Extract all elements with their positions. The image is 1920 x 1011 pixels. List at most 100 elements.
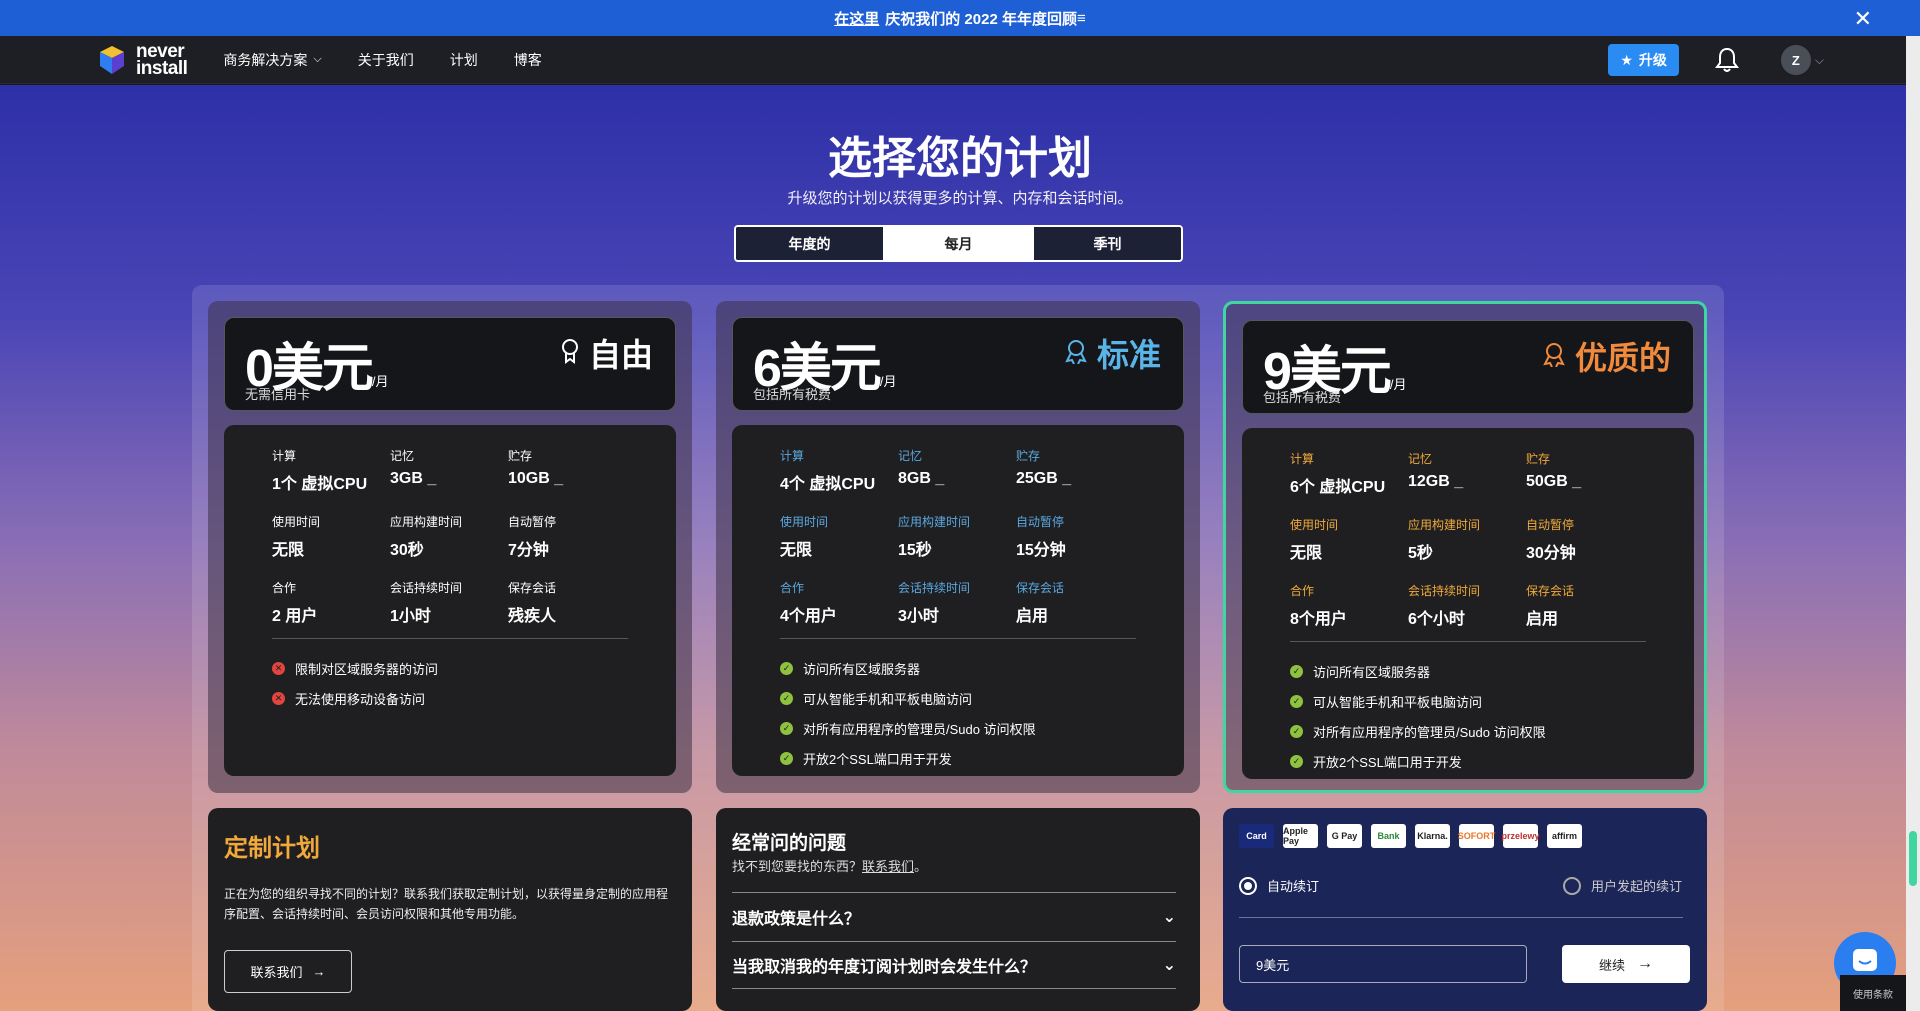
custom-plan-title: 定制计划 [224,835,320,862]
spec-value: 8个用户 [1290,611,1347,628]
spec-label: 计算 [780,449,805,463]
faq-sub-text: 找不到您要找的东西？ [732,859,863,874]
tab-quarterly[interactable]: 季刊 [1032,227,1181,260]
feature-item: ✓ 开放2个SSL端口用于开发 [1290,752,1462,771]
faq-contact-link[interactable]: 联系我们 [862,859,914,874]
spec-label: 使用时间 [780,515,829,529]
price-note: 无需信用卡 [245,387,311,402]
spec-item: 合作 2 用户 [272,579,382,626]
faq-question-text: 退款政策是什么？ [732,910,861,928]
contact-us-button[interactable]: 联系我们 → [224,950,352,993]
faq-question-text: 当我取消我的年度订阅计划时会发生什么？ [732,959,1037,976]
nav-business-solutions[interactable]: 商务解决方案 ⌵ [223,50,321,70]
spec-value: 无限 [1290,545,1323,562]
spec-value: 3GB _ [390,470,437,487]
feature-text: 对所有应用程序的管理员/Sudo 访问权限 [803,722,1036,737]
spec-label: 贮存 [508,449,533,463]
spec-label: 合作 [1290,584,1315,598]
spec-value: 1小时 [390,608,431,625]
spec-label: 应用构建时间 [898,515,971,529]
chevron-down-icon: ⌵ [313,53,322,65]
spec-item: 会话持续时间 3小时 [898,579,1008,626]
upgrade-button[interactable]: ★ 升级 [1608,44,1679,76]
cross-icon: ✕ [272,692,285,705]
tier-label: 标准 [1096,337,1161,373]
amount-field[interactable]: 9美元 [1239,945,1527,983]
spec-item: 合作 8个用户 [1290,582,1400,629]
price-card: 6美元/月 包括所有税费 标准 [732,317,1184,411]
spec-label: 保存会话 [508,581,557,595]
faq-question[interactable]: 退款政策是什么？ ⌄ [732,892,1176,940]
spec-item: 应用构建时间 5秒 [1408,516,1518,563]
billing-period-tabs: 年度的 每月 季刊 [734,225,1183,262]
tab-annual[interactable]: 年度的 [736,227,883,260]
price-note: 包括所有税费 [1263,390,1342,405]
check-icon: ✓ [780,662,793,675]
card-icon: Card [1239,824,1274,848]
faq-question[interactable]: 当我取消我的年度订阅计划时会发生什么？ ⌄ [732,941,1176,989]
spec-item: 贮存 10GB _ [508,447,618,488]
chevron-down-icon: ⌄ [1162,908,1176,926]
spec-label: 保存会话 [1526,584,1575,598]
chevron-down-icon[interactable]: ⌵ [1815,53,1824,68]
plan-card-free: 0美元/月 无需信用卡 自由 计算 1个 虚拟CPU 记忆 3GB _ 贮存 10GB _ 使用时… [208,301,692,793]
spec-label: 应用构建时间 [1408,518,1481,532]
plan-card-standard: 6美元/月 包括所有税费 标准计算 4个 虚拟CPU 记忆 8GB _ 贮存 25GB _ 使用… [716,301,1200,793]
payment-card: Card Apple Pay G Pay Bank Klarna. SOFORT… [1223,808,1707,1011]
spec-label: 应用构建时间 [390,515,463,529]
bell-icon[interactable] [1713,46,1741,74]
klarna-icon: Klarna. [1415,824,1450,848]
radio-unselected-icon [1563,876,1581,895]
spec-label: 贮存 [1526,452,1551,466]
feature-text: 开放2个SSL端口用于开发 [1313,755,1462,770]
tab-monthly[interactable]: 每月 [883,227,1032,260]
spec-item: 应用构建时间 15秒 [898,513,1008,560]
banner-link[interactable]: 在这里 [834,8,879,29]
page-subtitle: 升级您的计划以获得更多的计算、内存和会话时间。 [787,190,1133,207]
auto-renew-option[interactable]: 自动续订 [1239,876,1319,895]
feature-item: ✓ 访问所有区域服务器 [1290,662,1430,681]
cross-icon: ✕ [272,662,285,675]
spec-value: 4个用户 [780,608,837,625]
spec-label: 自动暂停 [1526,518,1575,532]
close-icon[interactable]: ✕ [1854,6,1872,32]
star-icon: ★ [1620,51,1633,68]
spec-item: 自动暂停 7分钟 [508,513,618,560]
affirm-icon: affirm [1547,824,1582,848]
spec-value: 30秒 [390,542,424,559]
spec-item: 记忆 3GB _ [390,447,500,488]
nav-blog[interactable]: 博客 [514,50,542,70]
spec-item: 使用时间 无限 [780,513,890,560]
feature-text: 开放2个SSL端口用于开发 [803,752,952,767]
divider [1239,917,1683,918]
user-renew-option[interactable]: 用户发起的续订 [1563,876,1682,895]
spec-label: 会话持续时间 [390,581,463,595]
scrollbar[interactable] [1906,36,1920,1011]
spec-value: 8GB _ [898,470,945,487]
spec-label: 合作 [780,581,805,595]
feature-item: ✕ 无法使用移动设备访问 [272,689,425,708]
spec-value: 1个 虚拟CPU [272,476,368,493]
continue-button[interactable]: 继续 → [1562,945,1690,983]
spec-item: 会话持续时间 6个小时 [1408,582,1518,629]
spec-value: 无限 [272,542,305,559]
feature-item: ✓ 访问所有区域服务器 [780,659,920,678]
logo[interactable]: never install [96,42,188,78]
terms-tag[interactable]: 使用条款 [1840,975,1906,1011]
plan-tier: 标准 [1063,330,1161,376]
check-icon: ✓ [780,722,793,735]
nav-about-us[interactable]: 关于我们 [358,50,414,70]
tier-label: 优质的 [1574,340,1671,376]
check-icon: ✓ [1290,725,1303,738]
feature-item: ✕ 限制对区域服务器的访问 [272,659,438,678]
sofort-icon: SOFORT [1458,824,1495,848]
price-card: 9美元/月 包括所有税费 优质的 [1242,320,1694,414]
price-period: /月 [1389,377,1407,392]
scrollbar-thumb[interactable] [1909,831,1917,886]
spec-item: 保存会话 启用 [1526,582,1636,629]
spec-value: 7分钟 [508,542,549,559]
nav-plans[interactable]: 计划 [450,50,478,70]
avatar[interactable]: Z [1780,45,1811,75]
spec-card: 计算 4个 虚拟CPU 记忆 8GB _ 贮存 25GB _ 使用时间 无限 应用构建时间 15秒… [732,425,1184,776]
spec-value: 6个小时 [1408,611,1465,628]
